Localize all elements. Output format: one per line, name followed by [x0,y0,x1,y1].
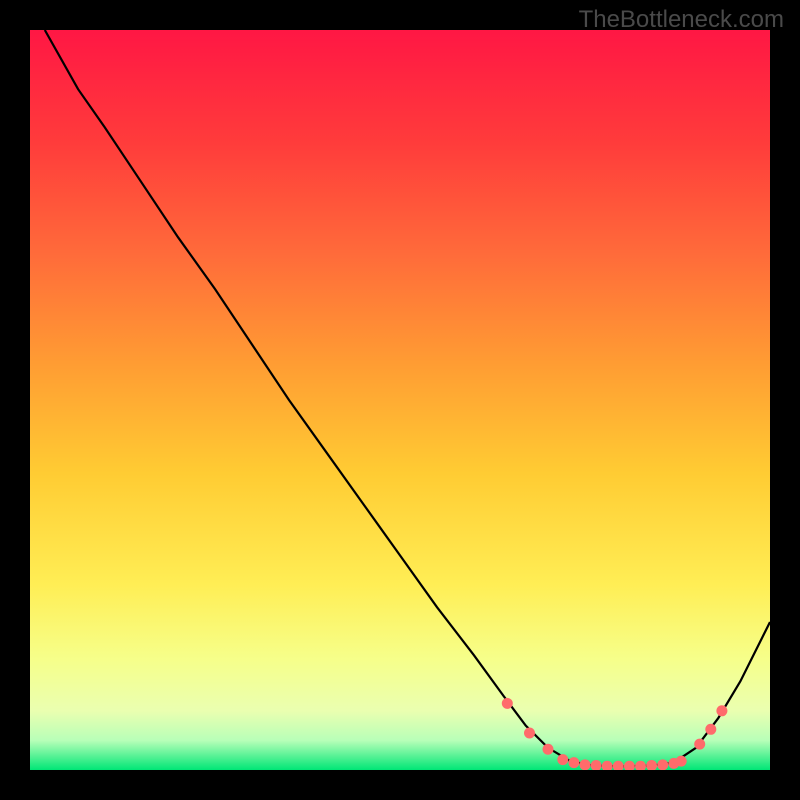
curve-marker [580,759,591,770]
curve-marker [568,757,579,768]
curve-marker [657,759,668,770]
chart-svg [30,30,770,770]
curve-marker [543,744,554,755]
curve-marker [557,754,568,765]
gradient-background [30,30,770,770]
curve-marker [694,739,705,750]
curve-marker [705,724,716,735]
plot-area [30,30,770,770]
curve-marker [502,698,513,709]
watermark-text: TheBottleneck.com [579,6,784,34]
curve-marker [716,705,727,716]
curve-marker [676,756,687,767]
chart-container: TheBottleneck.com [0,0,800,800]
curve-marker [524,728,535,739]
